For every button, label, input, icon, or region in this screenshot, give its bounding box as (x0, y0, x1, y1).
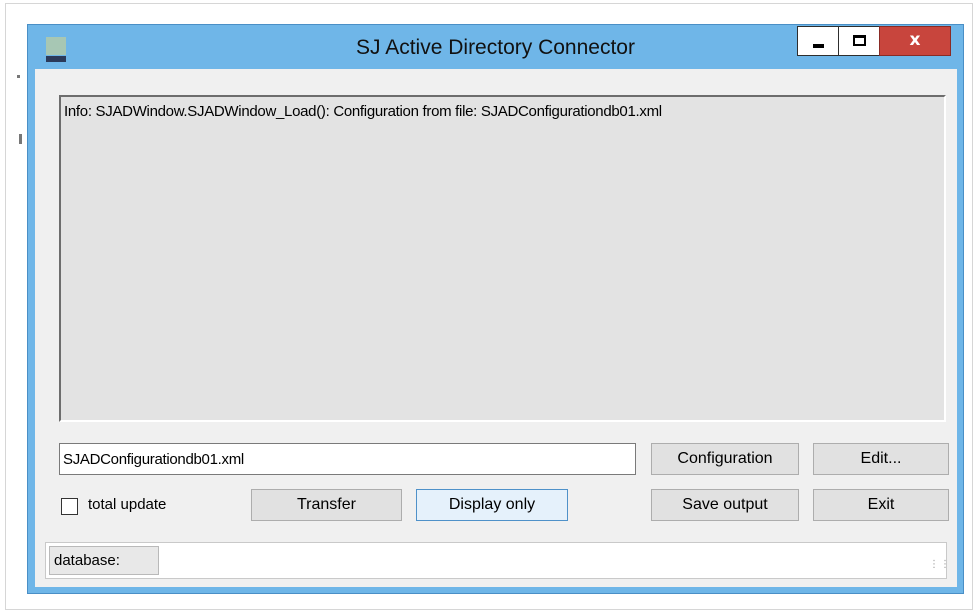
status-bar: database: ⋮⋮ (45, 542, 950, 579)
resize-grip-icon[interactable]: ⋮⋮ (929, 560, 950, 575)
close-icon: x (909, 30, 921, 50)
display-only-button[interactable]: Display only (416, 489, 568, 521)
minimize-icon (813, 44, 824, 48)
total-update-checkbox[interactable] (61, 498, 78, 515)
edit-button[interactable]: Edit... (813, 443, 949, 475)
close-button[interactable]: x (879, 26, 951, 56)
status-database: database: (49, 546, 159, 575)
configuration-button[interactable]: Configuration (651, 443, 799, 475)
save-output-button[interactable]: Save output (651, 489, 799, 521)
exit-button[interactable]: Exit (813, 489, 949, 521)
minimize-button[interactable] (797, 26, 839, 56)
title-bar[interactable]: SJ Active Directory Connector x (28, 25, 963, 69)
config-file-input[interactable] (59, 443, 636, 475)
app-window: SJ Active Directory Connector x Info: SJ… (27, 24, 964, 594)
log-line: Info: SJADWindow.SJADWindow_Load(): Conf… (64, 103, 662, 120)
client-area: Info: SJADWindow.SJADWindow_Load(): Conf… (35, 69, 957, 587)
transfer-button[interactable]: Transfer (251, 489, 402, 521)
background-fragment (19, 134, 22, 144)
log-output[interactable]: Info: SJADWindow.SJADWindow_Load(): Conf… (59, 95, 946, 422)
maximize-icon (853, 35, 866, 46)
background-fragment (17, 75, 20, 78)
total-update-label[interactable]: total update (88, 496, 166, 513)
maximize-button[interactable] (838, 26, 880, 56)
